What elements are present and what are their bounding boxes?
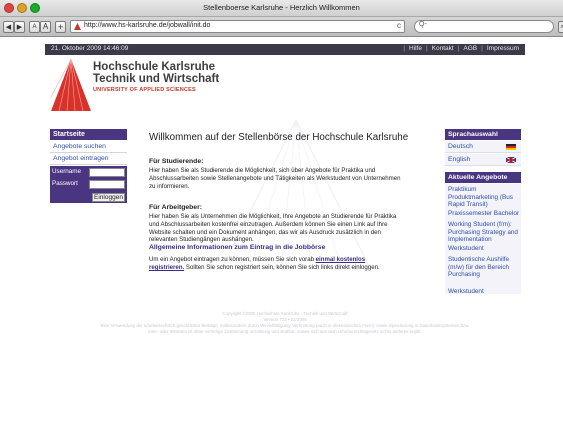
browser-viewport: 21. Oktober 2009 14:46:09 | Hilfe | Kont… [0,38,563,421]
password-label: Passwort [52,180,78,187]
footer-legal-line2: Inter- oder Intranets ist ohne vorherige… [148,329,422,334]
password-input[interactable] [89,180,125,189]
nav-separator: | [457,45,460,52]
current-date: 21. Oktober 2009 14:46:09 [51,45,129,52]
page-title: Willkommen auf der Stellenbörse der Hoch… [149,132,409,143]
forward-button[interactable]: ▶ [14,21,25,33]
username-label: Username [52,168,82,175]
toolbar-overflow-button[interactable]: ⌕ [558,21,563,33]
nav-separator: | [481,45,483,52]
top-navigation: | Hilfe | Kontakt | AGB | Impressum [403,45,519,52]
address-bar[interactable]: http://www.hs-karlsruhe.de/jobwall/init.… [70,20,405,33]
footer-legal-line1: Eine Verwendung der urheberrechtlich ges… [100,323,470,328]
register-text: Um ein Angebot eintragen zu können, müss… [149,256,401,272]
language-header: Sprachauswahl [445,129,521,140]
employers-heading: Für Arbeitgeber: [149,204,202,211]
nav-separator: | [425,45,428,52]
offer-link[interactable]: Studentische Aushilfe (m/w) für den Bere… [445,256,521,279]
site-topbar: 21. Oktober 2009 14:46:09 | Hilfe | Kont… [45,44,525,55]
browser-toolbar: ◀ ▶ A A + http://www.hs-karlsruhe.de/job… [0,17,563,37]
nav-link-agb[interactable]: AGB [463,45,477,52]
add-bookmark-button[interactable]: + [55,21,66,33]
login-form: Username Passwort Einloggen [50,166,127,203]
nav-link-hilfe[interactable]: Hilfe [409,45,422,52]
university-logo-icon[interactable] [49,57,93,113]
offer-link[interactable]: Working Student (f/m): Purchasing Strate… [445,221,521,244]
reload-icon[interactable]: c [397,21,401,30]
offer-link[interactable]: Praxissemester Bachelor [445,210,521,218]
login-button[interactable]: Einloggen [92,193,125,202]
offer-link[interactable]: Werkstudent [445,245,521,253]
logo-subtitle: UNIVERSITY OF APPLIED SCIENCES [93,87,196,93]
register-suffix: Sollten Sie schon registriert sein, könn… [184,263,380,271]
nav-separator: | [403,45,405,52]
nav-link-impressum[interactable]: Impressum [487,45,519,52]
offer-link[interactable]: Praktikum Produktmarketing (Bus Rapid Tr… [445,186,521,209]
nav-item-angebot-eintragen[interactable]: Angebot eintragen [50,153,127,165]
language-label: Deutsch [448,143,473,150]
footer-copyright: Copyright ©2005 Hochschule Karlsruhe - T… [222,311,348,316]
language-english[interactable]: English [445,154,521,166]
info-link[interactable]: Allgemeine Informationen zum Eintrag in … [149,244,325,251]
search-icon: Q- [419,21,427,28]
nav-item-angebote-suchen[interactable]: Angebote suchen [50,141,127,153]
register-prefix: Um ein Angebot eintragen zu können, müss… [149,256,316,263]
url-text: http://www.hs-karlsruhe.de/jobwall/init.… [84,22,211,29]
language-label: English [448,156,471,163]
offers-header: Aktuelle Angebote [445,172,521,183]
language-deutsch[interactable]: Deutsch [445,141,521,153]
german-flag-icon [506,144,516,150]
nav-header-startseite[interactable]: Startseite [50,129,127,140]
students-heading: Für Studierende: [149,158,204,165]
nav-link-kontakt[interactable]: Kontakt [432,45,454,52]
students-text: Hier haben Sie als Studierende die Mögli… [149,167,401,190]
footer-version: Version 723 • 02/2009 [263,317,307,322]
offer-link[interactable]: Werkstudent [445,288,521,296]
back-button[interactable]: ◀ [3,21,14,33]
search-field[interactable]: Q- [414,20,554,33]
text-smaller-button[interactable]: A [29,21,40,33]
window-titlebar: Stellenboerse Karlsruhe - Herzlich Willk… [0,0,563,17]
site-page: 21. Oktober 2009 14:46:09 | Hilfe | Kont… [45,44,525,387]
window-title: Stellenboerse Karlsruhe - Herzlich Willk… [203,3,360,12]
employers-text: Hier haben Sie als Unternehmen die Mögli… [149,213,397,244]
username-input[interactable] [89,168,125,177]
uk-flag-icon [506,157,516,163]
logo-title-line2: Technik und Wirtschaft [93,73,220,85]
site-favicon-icon [74,23,81,30]
logo-title-line1: Hochschule Karlsruhe [93,61,216,73]
text-larger-button[interactable]: A [40,21,51,33]
